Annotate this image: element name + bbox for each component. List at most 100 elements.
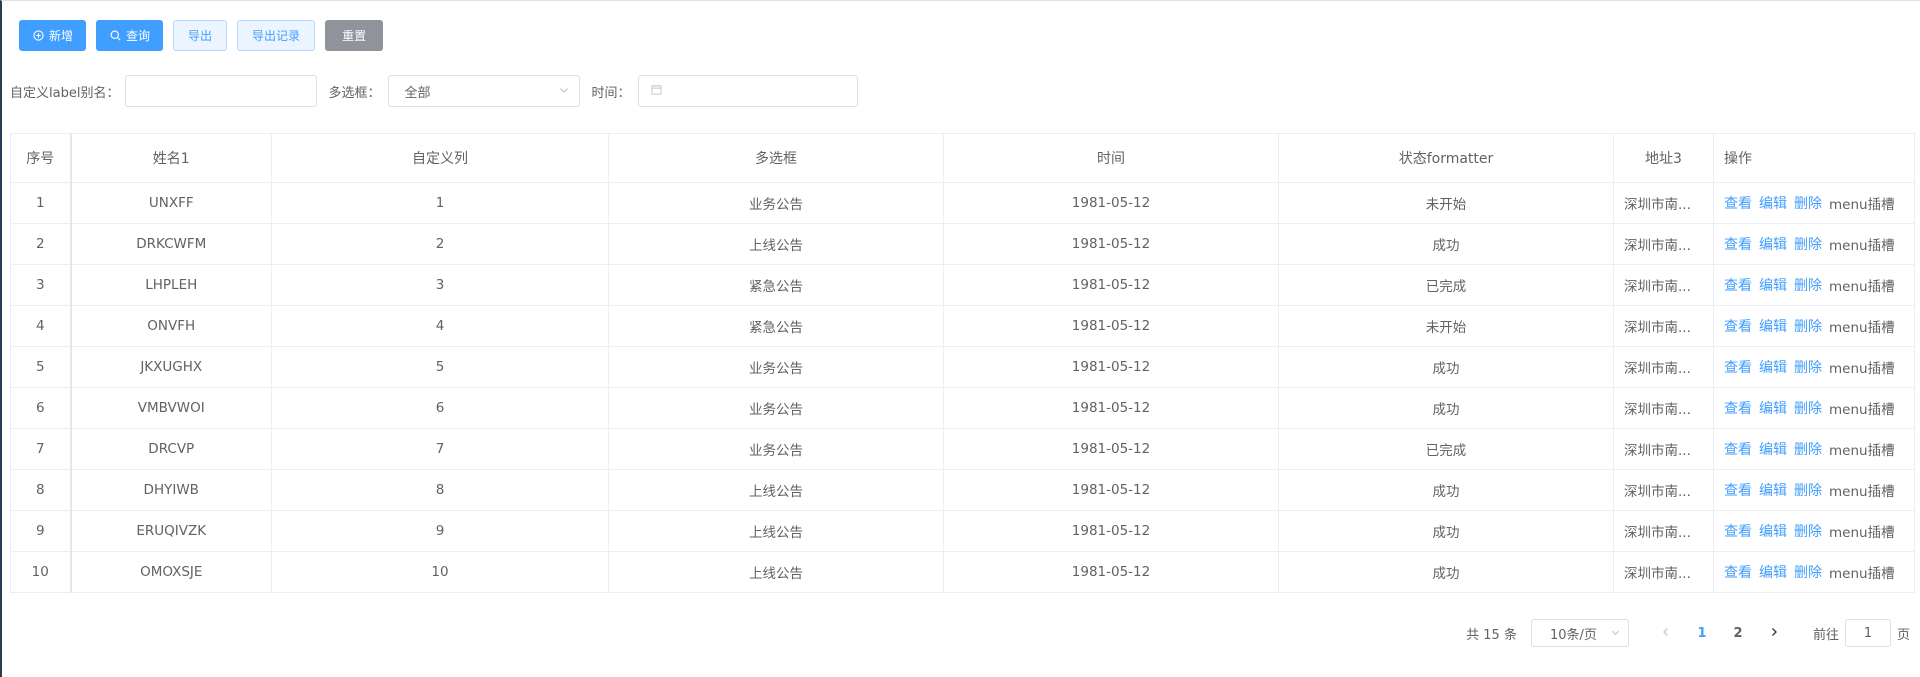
next-page-button[interactable] (1759, 619, 1789, 647)
edit-link[interactable]: 编辑 (1759, 316, 1787, 336)
delete-link[interactable]: 删除 (1794, 234, 1822, 254)
cell-name: DHYIWB (70, 469, 272, 511)
view-link[interactable]: 查看 (1724, 398, 1752, 418)
header-multi-select: 多选框 (608, 133, 944, 183)
page-1-button[interactable]: 1 (1687, 619, 1717, 647)
edit-link[interactable]: 编辑 (1759, 521, 1787, 541)
cell-multi-select: 业务公告 (608, 428, 944, 470)
cell-multi-select: 业务公告 (608, 346, 944, 388)
data-table: 序号 姓名1 自定义列 多选框 时间 状态formatter 地址3 操作 1U… (10, 133, 1915, 593)
delete-link[interactable]: 删除 (1794, 480, 1822, 500)
cell-index: 10 (10, 551, 72, 593)
cell-address: 深圳市南... (1613, 387, 1714, 429)
cell-actions: 查看 编辑 删除 menu插槽 (1713, 428, 1915, 470)
view-link[interactable]: 查看 (1724, 275, 1752, 295)
export-log-button-label: 导出记录 (252, 29, 301, 43)
delete-link[interactable]: 删除 (1794, 398, 1822, 418)
header-address: 地址3 (1613, 133, 1714, 183)
query-button[interactable]: 查询 (96, 20, 164, 51)
cell-time: 1981-05-12 (943, 551, 1279, 593)
cell-index: 5 (10, 346, 72, 388)
page-size-select[interactable]: 10条/页 (1530, 619, 1629, 647)
view-link[interactable]: 查看 (1724, 357, 1752, 377)
goto-prefix: 前往 (1812, 627, 1839, 643)
add-button[interactable]: 新增 (19, 20, 87, 51)
view-link[interactable]: 查看 (1724, 480, 1752, 500)
delete-link[interactable]: 删除 (1794, 357, 1822, 377)
table-row: 5 JKXUGHX 5 业务公告 1981-05-12 成功 深圳市南... 查看 编辑 删除 me… (10, 346, 1915, 388)
row-actions: 查看 编辑 删除 menu插槽 (1714, 234, 1914, 254)
chevron-down-icon (559, 84, 569, 99)
cell-status: 已完成 (1278, 428, 1614, 470)
edit-link[interactable]: 编辑 (1759, 234, 1787, 254)
export-button[interactable]: 导出 (173, 20, 228, 51)
menu-slot: menu插槽 (1829, 402, 1895, 418)
delete-link[interactable]: 删除 (1794, 521, 1822, 541)
row-actions: 查看 编辑 删除 menu插槽 (1714, 398, 1914, 418)
cell-custom-column: 3 (271, 264, 609, 306)
cell-custom-column: 5 (271, 346, 609, 388)
cell-status: 成功 (1278, 469, 1614, 511)
edit-link[interactable]: 编辑 (1759, 193, 1787, 213)
cell-time: 1981-05-12 (943, 428, 1279, 470)
edit-link[interactable]: 编辑 (1759, 275, 1787, 295)
label-alias-input[interactable] (125, 75, 318, 107)
cell-address: 深圳市南... (1613, 305, 1714, 347)
header-name: 姓名1 (70, 133, 272, 183)
edit-link[interactable]: 编辑 (1759, 398, 1787, 418)
cell-multi-select: 紧急公告 (608, 264, 944, 306)
menu-slot: menu插槽 (1829, 320, 1895, 336)
view-link[interactable]: 查看 (1724, 234, 1752, 254)
view-link[interactable]: 查看 (1724, 193, 1752, 213)
view-link[interactable]: 查看 (1724, 562, 1752, 582)
cell-status: 未开始 (1278, 305, 1614, 347)
page-2-button[interactable]: 2 (1723, 619, 1753, 647)
table-header: 序号 姓名1 自定义列 多选框 时间 状态formatter 地址3 操作 (10, 133, 1915, 183)
cell-custom-column: 4 (271, 305, 609, 347)
edit-link[interactable]: 编辑 (1759, 357, 1787, 377)
header-time: 时间 (943, 133, 1279, 183)
cell-multi-select: 业务公告 (608, 387, 944, 429)
cell-time: 1981-05-12 (943, 182, 1279, 224)
cell-time: 1981-05-12 (943, 223, 1279, 265)
prev-page-button[interactable] (1651, 619, 1681, 647)
delete-link[interactable]: 删除 (1794, 275, 1822, 295)
cell-name: OMOXSJE (70, 551, 272, 593)
view-link[interactable]: 查看 (1724, 316, 1752, 336)
export-log-button[interactable]: 导出记录 (237, 20, 316, 51)
cell-index: 6 (10, 387, 72, 429)
header-status: 状态formatter (1278, 133, 1614, 183)
multi-select-dropdown[interactable]: 全部 (388, 75, 581, 107)
view-link[interactable]: 查看 (1724, 439, 1752, 459)
cell-status: 成功 (1278, 223, 1614, 265)
delete-link[interactable]: 删除 (1794, 562, 1822, 582)
delete-link[interactable]: 删除 (1794, 439, 1822, 459)
cell-actions: 查看 编辑 删除 menu插槽 (1713, 551, 1915, 593)
chevron-down-icon (1611, 626, 1620, 641)
cell-actions: 查看 编辑 删除 menu插槽 (1713, 469, 1915, 511)
table-row: 7 DRCVP 7 业务公告 1981-05-12 已完成 深圳市南... 查看 编辑 删除 men… (10, 428, 1915, 470)
delete-link[interactable]: 删除 (1794, 316, 1822, 336)
edit-link[interactable]: 编辑 (1759, 562, 1787, 582)
row-actions: 查看 编辑 删除 menu插槽 (1714, 275, 1914, 295)
time-picker[interactable] (638, 75, 859, 107)
chevron-right-icon (1769, 626, 1779, 641)
cell-custom-column: 2 (271, 223, 609, 265)
delete-link[interactable]: 删除 (1794, 193, 1822, 213)
edit-link[interactable]: 编辑 (1759, 439, 1787, 459)
row-actions: 查看 编辑 删除 menu插槽 (1714, 193, 1914, 213)
cell-multi-select: 上线公告 (608, 510, 944, 552)
label-alias-label: 自定义label别名： (10, 85, 120, 101)
edit-link[interactable]: 编辑 (1759, 480, 1787, 500)
row-actions: 查看 编辑 删除 menu插槽 (1714, 439, 1914, 459)
cell-address: 深圳市南... (1613, 182, 1714, 224)
multi-select-label: 多选框： (328, 85, 381, 101)
add-button-label: 新增 (49, 29, 74, 43)
goto-page-input[interactable]: 1 (1844, 619, 1891, 647)
view-link[interactable]: 查看 (1724, 521, 1752, 541)
menu-slot: menu插槽 (1829, 443, 1895, 459)
cell-time: 1981-05-12 (943, 387, 1279, 429)
header-actions: 操作 (1713, 133, 1915, 183)
multi-select-value: 全部 (404, 85, 431, 101)
reset-button[interactable]: 重置 (325, 20, 384, 51)
